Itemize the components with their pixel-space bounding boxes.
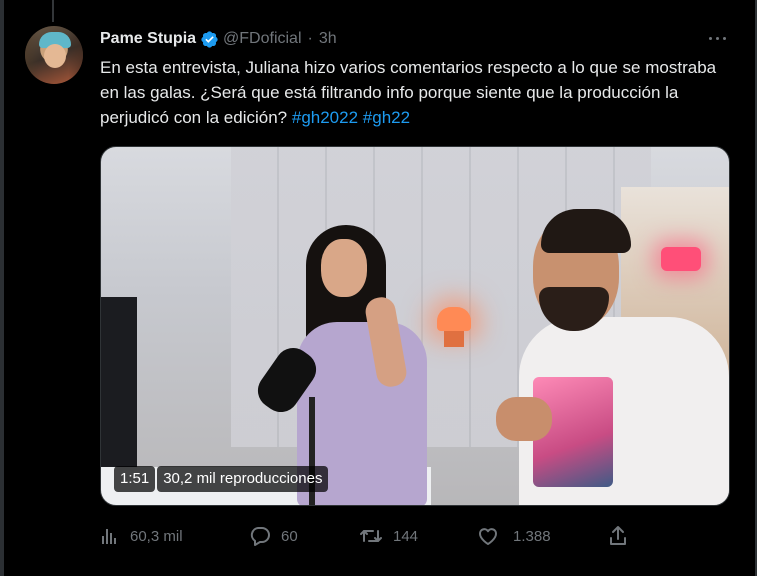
- lamp: [437, 307, 471, 331]
- tweet-timestamp[interactable]: 3h: [319, 30, 337, 48]
- views-count: 60,3 mil: [130, 527, 183, 545]
- analytics-icon: [100, 526, 120, 546]
- tweet-text: En esta entrevista, Juliana hizo varios …: [100, 55, 730, 130]
- hashtag-link[interactable]: #gh22: [363, 108, 410, 127]
- analytics-button[interactable]: 60,3 mil: [100, 522, 183, 550]
- reply-icon: [249, 525, 271, 547]
- hashtag-link[interactable]: #gh2022: [292, 108, 358, 127]
- tweet-actions-bar: 60,3 mil 60 144 1.388: [100, 522, 640, 550]
- retweet-icon: [359, 525, 383, 547]
- like-icon: [477, 525, 499, 547]
- avatar[interactable]: [25, 26, 83, 84]
- share-icon: [608, 525, 628, 547]
- thread-connector-line: [52, 0, 54, 22]
- video-player[interactable]: [100, 146, 730, 506]
- author-handle[interactable]: @FDoficial: [223, 30, 301, 48]
- video-view-count: 30,2 mil reproducciones: [157, 466, 329, 492]
- author-name[interactable]: Pame Stupia: [100, 30, 196, 48]
- retweet-count: 144: [393, 527, 419, 545]
- verified-badge-icon: [200, 30, 219, 49]
- window-border-left: [0, 0, 4, 576]
- like-button[interactable]: 1.388: [477, 522, 551, 550]
- retweet-button[interactable]: 144: [359, 522, 418, 550]
- reply-button[interactable]: 60: [249, 522, 298, 550]
- reply-count: 60: [281, 527, 298, 545]
- separator-dot: ·: [307, 30, 313, 47]
- video-duration: 1:51: [114, 466, 156, 492]
- like-count: 1.388: [513, 527, 551, 545]
- more-options-icon[interactable]: [706, 30, 730, 46]
- tweet-body: En esta entrevista, Juliana hizo varios …: [100, 58, 721, 127]
- video-overlay-badges: 1:51 30,2 mil reproducciones: [114, 466, 329, 492]
- share-button[interactable]: [608, 522, 628, 550]
- tweet-header: Pame Stupia @FDoficial · 3h: [100, 28, 337, 50]
